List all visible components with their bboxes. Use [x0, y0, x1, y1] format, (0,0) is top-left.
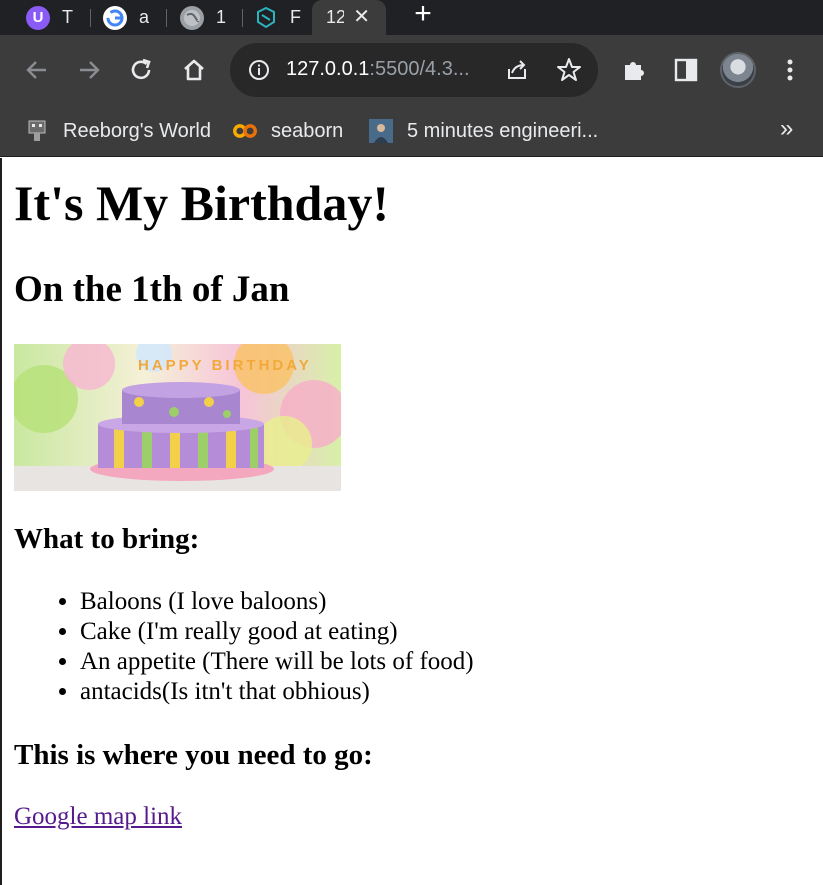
bookmark-seaborn[interactable]: seaborn [233, 113, 343, 149]
tab-title: a [139, 7, 150, 27]
extensions-button[interactable] [618, 54, 650, 86]
svg-text:HAPPY BIRTHDAY: HAPPY BIRTHDAY [138, 357, 312, 374]
google-icon [103, 5, 127, 30]
tab-title: 1 [216, 7, 227, 27]
tab-2[interactable]: a [103, 0, 149, 35]
puzzle-icon [625, 62, 644, 80]
bookmark-label: 5 minutes engineeri... [407, 119, 599, 142]
cube-icon [254, 6, 278, 30]
new-tab-button[interactable]: + [408, 0, 438, 32]
tab-separator [90, 9, 91, 27]
globe-icon [180, 5, 204, 30]
tab-1[interactable]: U T [26, 0, 73, 35]
address-bar[interactable]: 127.0.0.1:5500/4.3... [230, 43, 598, 97]
url-text: 127.0.0.1:5500/4.3... [286, 58, 470, 81]
side-panel-icon [674, 58, 698, 82]
url-host: 127.0.0.1 [286, 58, 370, 80]
list-item: Baloons (I love baloons) [80, 587, 474, 617]
list-item: An appetite (There will be lots of food) [80, 647, 474, 677]
birthday-cake-image: HAPPY BIRTHDAY [14, 344, 341, 491]
google-map-link[interactable]: Google map link [14, 802, 182, 832]
more-bookmarks-button[interactable]: » [780, 115, 793, 143]
back-arrow-icon [26, 61, 46, 79]
tab-separator [166, 9, 167, 27]
toolbar: 127.0.0.1:5500/4.3... [0, 35, 823, 105]
person-thumbnail-icon [369, 119, 393, 143]
more-bookmarks-chevron: » [780, 115, 794, 142]
forward-button[interactable] [73, 54, 105, 86]
tab-title: 12 [326, 7, 344, 27]
forward-arrow-icon [80, 61, 100, 79]
list-item: Cake (I'm really good at eating) [80, 617, 474, 647]
colab-icon [233, 119, 257, 143]
home-button[interactable] [178, 54, 210, 86]
twitch-like-icon: U [26, 5, 50, 30]
tab-4[interactable]: F [254, 0, 301, 35]
tab-strip: U T a 1 F 12 ✕ + [0, 0, 823, 35]
tab-active[interactable]: 12 ✕ [312, 0, 386, 35]
page-content: It's My Birthday! On the 1th of Jan HAPP… [0, 158, 823, 885]
tab-title: T [62, 7, 73, 27]
side-panel-button[interactable] [670, 54, 702, 86]
profile-avatar[interactable] [720, 52, 756, 88]
bring-heading: What to bring: [14, 523, 200, 555]
page-title: It's My Birthday! [14, 175, 389, 231]
happy-birthday-candles: HAPPY BIRTHDAY [138, 357, 312, 374]
robot-icon [25, 119, 49, 143]
url-path: :5500/4.3... [369, 58, 470, 80]
close-tab-icon[interactable]: ✕ [353, 4, 370, 29]
bookmark-5-minutes-engineering[interactable]: 5 minutes engineeri... [369, 113, 598, 149]
bookmarks-bar: Reeborg's World seaborn 5 minutes engine… [0, 105, 823, 157]
site-info-icon[interactable] [248, 59, 270, 81]
bookmark-label: seaborn [271, 119, 344, 142]
reload-button[interactable] [125, 54, 157, 86]
list-item: antacids(Is itn't that obhious) [80, 677, 474, 707]
share-icon[interactable] [504, 57, 530, 83]
menu-button[interactable] [774, 54, 806, 86]
bring-list: Baloons (I love baloons) Cake (I'm reall… [80, 587, 474, 707]
kebab-menu-icon [787, 59, 793, 81]
back-button[interactable] [21, 54, 53, 86]
tab-3[interactable]: 1 [180, 0, 226, 35]
date-heading: On the 1th of Jan [14, 269, 290, 310]
tab-separator [242, 9, 243, 27]
bookmark-star-icon[interactable] [555, 56, 583, 84]
tab-title: F [290, 7, 301, 27]
bookmark-label: Reeborg's World [63, 119, 211, 142]
home-icon [184, 59, 204, 81]
bookmark-reeborg[interactable]: Reeborg's World [25, 113, 211, 149]
where-heading: This is where you need to go: [14, 739, 373, 771]
reload-icon [131, 58, 151, 80]
